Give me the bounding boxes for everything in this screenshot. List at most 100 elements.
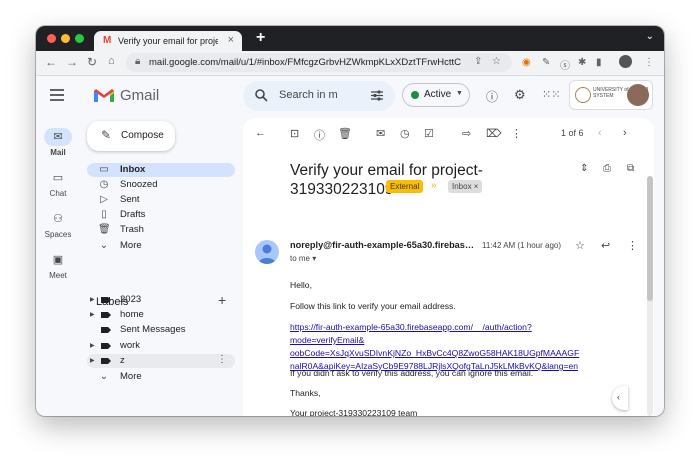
label-item[interactable]: ▶ home [87, 308, 235, 322]
search-icon[interactable] [255, 89, 268, 102]
recipient-label: to me [290, 254, 311, 263]
open-new-window-icon[interactable]: ⧉ [627, 163, 634, 174]
move-to-icon[interactable]: ⇨ [462, 127, 471, 140]
menu-dots-icon[interactable]: ⋮ [644, 57, 654, 68]
browser-toolbar: ← → ↻ ⌂ 🔒︎ mail.google.com/mail/u/1/#inb… [36, 51, 664, 76]
message-more-icon[interactable]: ⋮ [627, 239, 638, 252]
folder-snoozed[interactable]: ◷ Snoozed [87, 178, 235, 192]
label-options-icon[interactable]: ⋮ [217, 354, 227, 365]
email-signoff: Your project-319330223109 team [290, 408, 418, 416]
status-label: Active [424, 89, 452, 100]
sidebar-icon[interactable]: ▮ [596, 57, 602, 68]
label-item[interactable]: ▶ z ⋮ [87, 354, 235, 368]
report-spam-icon[interactable]: ⓘ [314, 127, 325, 143]
rail-chat[interactable]: ▭ Chat [36, 169, 80, 198]
expand-arrow-icon[interactable]: ▶ [90, 342, 95, 349]
label-item[interactable]: ▶ work [87, 339, 235, 353]
label-item[interactable]: ▶ 2023 [87, 293, 235, 307]
label-tag-icon [101, 358, 111, 364]
home-icon[interactable]: ⌂ [108, 55, 115, 67]
help-icon[interactable]: ⓘ [486, 88, 498, 105]
snooze-icon[interactable]: ◷ [400, 127, 410, 140]
expand-arrow-icon[interactable]: ▶ [90, 296, 95, 303]
important-marker-icon[interactable]: » [431, 180, 437, 191]
add-task-icon[interactable]: ☑ [424, 127, 434, 140]
reply-icon[interactable]: ↩ [601, 239, 610, 252]
labels-more[interactable]: ⌄ More [87, 370, 235, 384]
settings-gear-icon[interactable]: ⚙ [514, 87, 526, 103]
folder-sent[interactable]: ▷ Sent [87, 193, 235, 207]
puzzle-icon[interactable]: ✱ [578, 57, 586, 68]
label-name: Sent Messages [120, 324, 186, 335]
folder-label: More [120, 240, 142, 251]
extension-icon[interactable]: ◉ [522, 57, 531, 68]
inbox-label-chip[interactable]: Inbox × [448, 180, 483, 193]
scrollbar[interactable] [647, 176, 653, 416]
reload-icon[interactable]: ↻ [87, 55, 97, 69]
more-options-icon[interactable]: ⋮ [511, 127, 522, 140]
subject-line-1: Verify your email for project- [290, 162, 483, 179]
email-greeting: Hello, [290, 280, 312, 290]
collapse-icon[interactable]: ⇕ [580, 163, 588, 174]
university-seal-icon [575, 87, 591, 103]
back-icon[interactable]: ← [45, 55, 57, 69]
rail-mail[interactable]: ✉ Mail [36, 128, 80, 157]
maximize-window-button[interactable] [75, 34, 84, 43]
recipient-dropdown[interactable]: to me ▾ [290, 254, 316, 263]
folder-drafts[interactable]: ▯ Drafts [87, 208, 235, 222]
close-window-button[interactable] [47, 34, 56, 43]
back-to-inbox-icon[interactable]: ← [255, 127, 266, 139]
share-icon[interactable]: ⇪ [474, 56, 482, 67]
star-icon[interactable]: ☆ [575, 239, 585, 252]
gmail-favicon-icon: M [103, 35, 112, 46]
label-item[interactable]: Sent Messages [87, 323, 235, 337]
new-tab-button[interactable]: + [256, 29, 265, 47]
folder-inbox[interactable]: ▭ Inbox [87, 163, 235, 177]
print-icon[interactable]: ⎙ [603, 163, 611, 174]
status-selector[interactable]: Active ▼ [402, 83, 470, 107]
compose-button[interactable]: ✎ Compose [87, 121, 175, 151]
page-count: 1 of 6 [561, 128, 584, 138]
older-chevron-icon[interactable]: › [623, 127, 627, 139]
rail-meet[interactable]: ▣ Meet [36, 251, 80, 280]
avatar[interactable] [627, 84, 649, 106]
delete-icon[interactable]: 🗑︎ [338, 127, 352, 140]
expand-arrow-icon[interactable]: ▶ [90, 311, 95, 318]
external-badge: External [386, 180, 424, 193]
label-name: 2023 [120, 294, 142, 305]
bookmark-star-icon[interactable]: ☆ [492, 56, 501, 67]
verify-link[interactable]: https://fir-auth-example-65a30.firebasea… [290, 321, 600, 373]
tab-search-icon[interactable]: ⌄ [646, 31, 654, 42]
expand-arrow-icon[interactable]: ▶ [90, 357, 95, 364]
newer-chevron-icon[interactable]: ‹ [598, 127, 602, 139]
address-bar[interactable]: 🔒︎ mail.google.com/mail/u/1/#inbox/FMfcg… [126, 53, 512, 72]
profile-avatar[interactable] [619, 55, 632, 68]
rail-spaces[interactable]: ⚇ Spaces [36, 210, 80, 239]
main-menu-icon[interactable] [50, 89, 64, 104]
forward-icon[interactable]: → [66, 55, 78, 69]
inbox-icon: ▭ [99, 164, 109, 175]
search-input[interactable]: Search in m [279, 89, 338, 101]
mark-unread-icon[interactable]: ✉ [376, 127, 385, 140]
account-switcher[interactable]: UNIVERSITY of HAWAI'I SYSTEM [569, 80, 653, 110]
close-tab-icon[interactable]: × [228, 34, 234, 46]
search-options-icon[interactable] [371, 90, 383, 101]
link-line[interactable]: oobCode=XsJqXvuSDIvnKjNZo_HxBvCc4Q8ZwoG5… [290, 347, 600, 360]
archive-icon[interactable]: ⊡ [290, 127, 299, 140]
minimize-window-button[interactable] [61, 34, 70, 43]
extension-icon[interactable]: ⓢ [560, 57, 570, 72]
browser-tab[interactable]: M Verify your email for project-3193 × [94, 31, 242, 51]
folder-more[interactable]: ⌄ More [87, 239, 235, 253]
chat-icon: ▭ [52, 172, 64, 184]
label-icon[interactable]: ⌦ [486, 127, 502, 140]
folder-trash[interactable]: 🗑︎ Trash [87, 223, 235, 237]
folder-label: Sent [120, 194, 140, 205]
folder-label: Trash [120, 224, 144, 235]
clock-icon: ◷ [99, 179, 109, 190]
extension-icon[interactable]: ✎ [542, 57, 550, 68]
lock-icon[interactable]: 🔒︎ [135, 56, 140, 67]
scrollbar-thumb[interactable] [647, 176, 653, 301]
link-line[interactable]: https://fir-auth-example-65a30.firebasea… [290, 321, 600, 347]
apps-grid-icon[interactable]: ⁙⁙ [542, 88, 560, 101]
search-bar[interactable]: Search in m [243, 81, 395, 111]
